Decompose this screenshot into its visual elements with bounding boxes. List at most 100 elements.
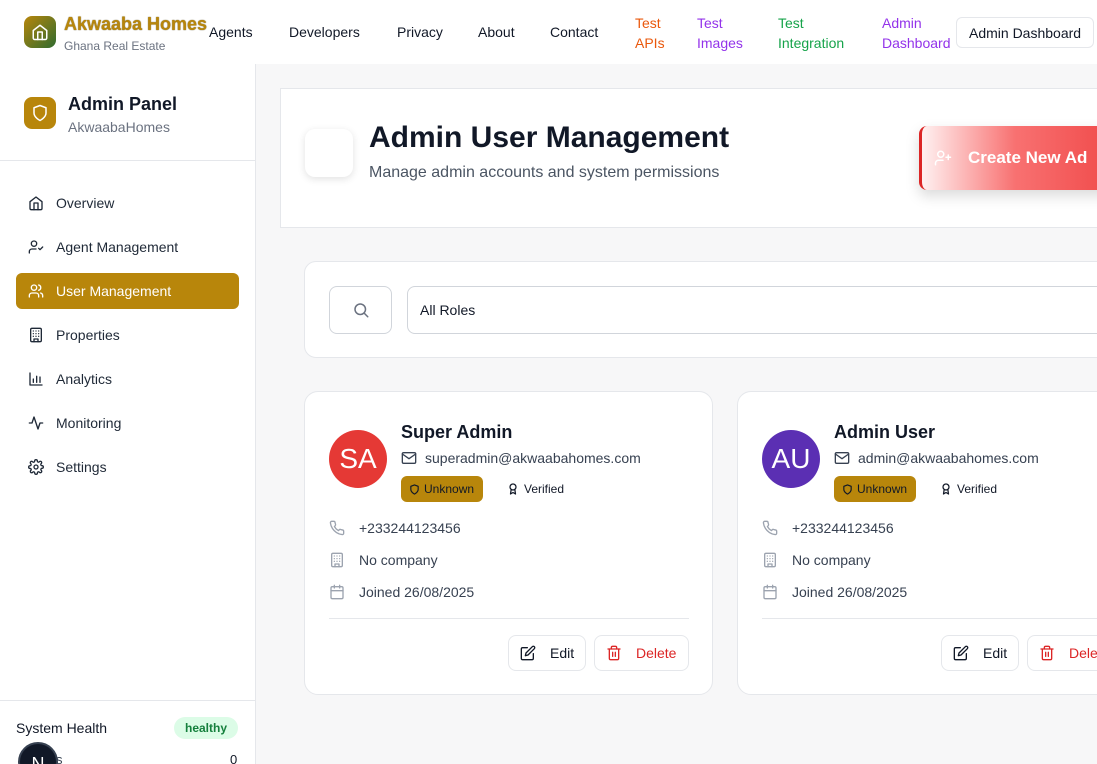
user-check-icon: [28, 240, 44, 254]
user-email-text: admin@akwaabahomes.com: [858, 450, 1039, 466]
edit-icon: [953, 645, 969, 661]
sidebar-item-label: Agent Management: [56, 239, 179, 255]
role-badge: Unknown: [401, 476, 484, 502]
card-divider: [329, 618, 689, 619]
role-filter-select[interactable]: All Roles: [407, 286, 1097, 334]
nav-link-test-apis[interactable]: Test APIs: [635, 13, 675, 53]
verified-label: Verified: [957, 482, 998, 496]
top-navbar: Akwaaba Homes Ghana Real Estate Agents D…: [0, 0, 1097, 64]
user-card: AU Admin User admin@akwaabahomes.com Unk…: [737, 391, 1097, 695]
sidebar-item-monitoring[interactable]: Monitoring: [16, 405, 239, 441]
delete-button[interactable]: Delete: [1027, 635, 1097, 671]
building-icon: [331, 552, 343, 568]
nav-link-contact[interactable]: Contact: [550, 24, 598, 40]
edit-label: Edit: [550, 645, 575, 661]
sidebar-item-label: Overview: [56, 195, 115, 211]
home-icon: [29, 196, 43, 211]
shield-icon: [33, 104, 47, 122]
role-badge-label: Unknown: [857, 482, 908, 496]
sidebar-divider: [0, 160, 255, 161]
user-email: superadmin@akwaabahomes.com: [401, 450, 641, 466]
verified-label: Verified: [524, 482, 565, 496]
sidebar: Admin Panel AkwaabaHomes Overview Agent …: [0, 64, 256, 764]
sidebar-item-agent-management[interactable]: Agent Management: [16, 229, 239, 265]
calendar-icon: [763, 584, 777, 600]
system-health-label: System Health: [16, 720, 108, 736]
delete-label: Delete: [636, 645, 677, 661]
admin-dashboard-button[interactable]: Admin Dashboard: [956, 17, 1095, 48]
nav-link-developers[interactable]: Developers: [289, 24, 360, 40]
admin-panel-logo: [24, 97, 56, 129]
user-company: No company: [762, 552, 871, 568]
nav-link-about[interactable]: About: [478, 24, 515, 40]
shield-icon: [843, 483, 852, 495]
create-new-admin-label: Create New Ad: [968, 148, 1088, 167]
page-header-card: Admin User Management Manage admin accou…: [280, 88, 1097, 228]
user-plus-icon: [934, 150, 952, 166]
user-phone-text: +233244123456: [792, 520, 894, 536]
edit-button[interactable]: Edit: [941, 635, 1019, 671]
award-icon: [509, 483, 517, 495]
sidebar-item-label: User Management: [56, 283, 172, 299]
user-phone: +233244123456: [762, 520, 894, 536]
sidebar-footer-divider: [0, 700, 255, 701]
nav-link-test-images[interactable]: Test Images: [697, 13, 753, 53]
user-phone: +233244123456: [329, 520, 461, 536]
role-filter-value: All Roles: [420, 302, 476, 318]
user-company-text: No company: [792, 552, 871, 568]
calendar-icon: [330, 584, 344, 600]
page-subtitle: Manage admin accounts and system permiss…: [369, 164, 720, 181]
phone-icon: [329, 520, 345, 536]
trash-icon: [607, 645, 621, 661]
users-icon: [28, 284, 44, 298]
user-company-text: No company: [359, 552, 438, 568]
user-joined: Joined 26/08/2025: [329, 584, 474, 600]
gear-icon: [28, 459, 44, 475]
sidebar-item-label: Monitoring: [56, 415, 122, 431]
user-joined-text: Joined 26/08/2025: [359, 584, 475, 600]
sidebar-item-user-management[interactable]: User Management: [16, 273, 239, 309]
system-health-badge: healthy: [174, 717, 239, 739]
role-badge-label: Unknown: [424, 482, 475, 496]
sidebar-item-label: Analytics: [56, 371, 113, 387]
sidebar-item-settings[interactable]: Settings: [16, 449, 239, 485]
mail-icon: [834, 452, 850, 464]
user-email-text: superadmin@akwaabahomes.com: [425, 450, 641, 466]
nav-link-privacy[interactable]: Privacy: [397, 24, 443, 40]
sidebar-item-label: Settings: [56, 459, 107, 475]
bar-chart-icon: [29, 372, 43, 386]
brand-subtitle: Ghana Real Estate: [64, 39, 166, 53]
admin-panel-subtitle: AkwaabaHomes: [68, 119, 170, 135]
edit-button[interactable]: Edit: [508, 635, 586, 671]
create-new-admin-button[interactable]: Create New Ad: [919, 126, 1097, 190]
user-company: No company: [329, 552, 438, 568]
nav-link-agents[interactable]: Agents: [209, 24, 253, 40]
edit-label: Edit: [983, 645, 1008, 661]
brand-name[interactable]: Akwaaba Homes: [64, 14, 207, 35]
sidebar-item-analytics[interactable]: Analytics: [16, 361, 239, 397]
sidebar-item-properties[interactable]: Properties: [16, 317, 239, 353]
trash-icon: [1040, 645, 1054, 661]
page-title: Admin User Management: [369, 121, 730, 154]
home-icon: [32, 24, 48, 41]
search-input[interactable]: [329, 286, 392, 334]
shield-icon: [410, 483, 419, 495]
nav-link-admin-dashboard[interactable]: Admin Dashboard: [882, 13, 956, 53]
building-icon: [764, 552, 776, 568]
user-name: Super Admin: [401, 422, 513, 442]
filter-card: All Roles: [304, 261, 1097, 358]
user-email: admin@akwaabahomes.com: [834, 450, 1039, 466]
avatar: SA: [329, 430, 387, 488]
sidebar-item-overview[interactable]: Overview: [16, 185, 239, 221]
user-joined-text: Joined 26/08/2025: [792, 584, 908, 600]
card-divider: [762, 618, 1097, 619]
role-badge: Unknown: [834, 476, 917, 502]
building-icon: [30, 327, 42, 343]
delete-button[interactable]: Delete: [594, 635, 689, 671]
avatar: AU: [762, 430, 820, 488]
nav-link-test-integration[interactable]: Test Integration: [778, 13, 858, 53]
brand-logo[interactable]: [24, 16, 56, 48]
sidebar-item-label: Properties: [56, 327, 120, 343]
delete-label: Delete: [1069, 645, 1097, 661]
sidebar-stat-value: 0: [230, 752, 238, 764]
